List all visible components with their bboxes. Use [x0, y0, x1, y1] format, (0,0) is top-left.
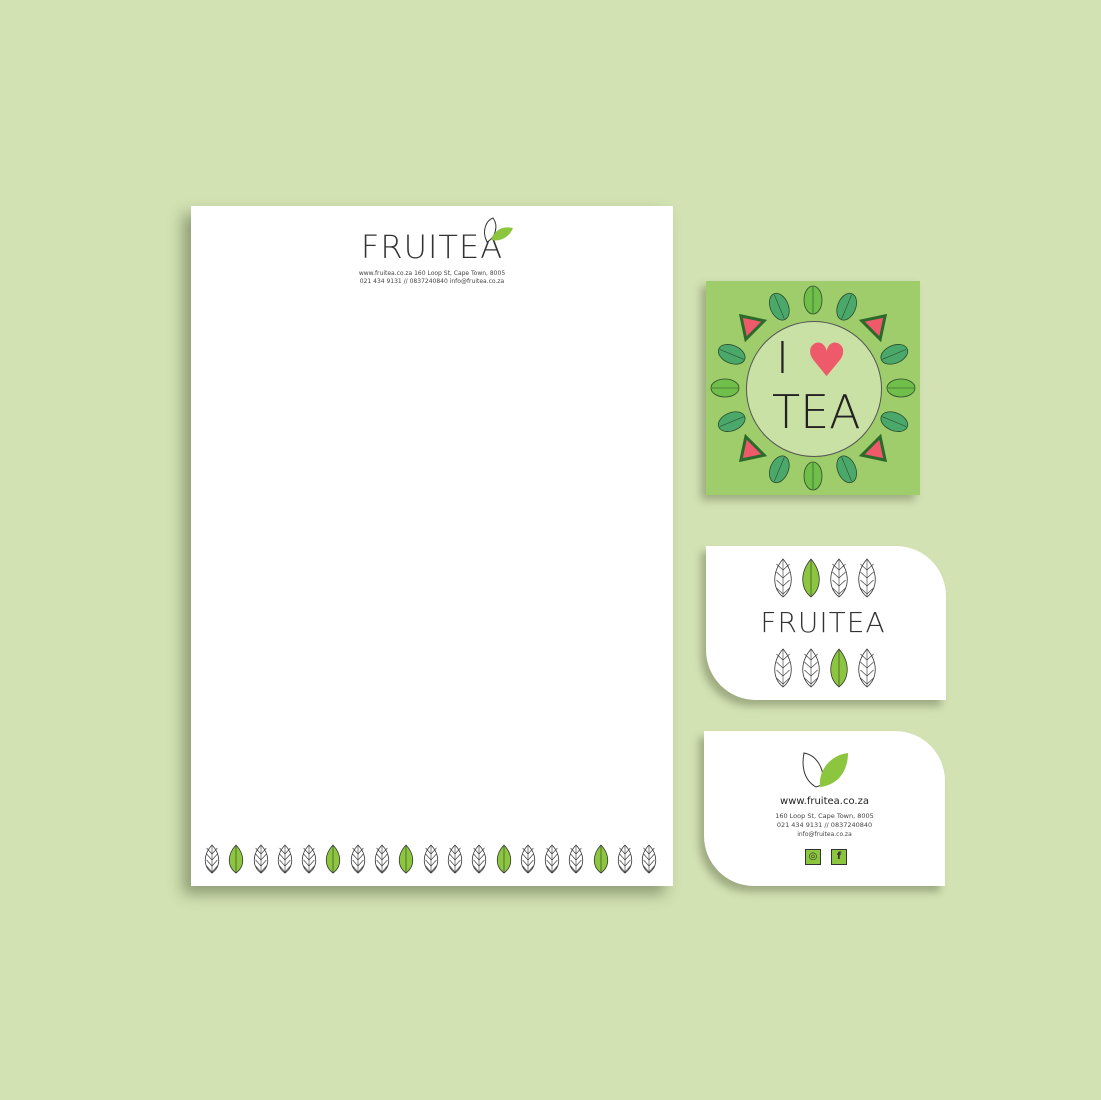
outline-leaf-icon: [617, 844, 633, 874]
phone-text: 021 434 9131 // 0837240840: [776, 821, 873, 829]
letterhead-address: www.fruitea.co.za 160 Loop St, Cape Town…: [358, 270, 506, 277]
leaf-icon: [803, 285, 823, 315]
green-leaf-icon: [593, 844, 608, 874]
leaf-row-top: [772, 558, 878, 598]
tea-leaf-logo-icon: [802, 752, 848, 788]
outline-leaf-icon: [520, 844, 536, 874]
i-love-tea-card: I ♥ TEA: [706, 281, 920, 495]
outline-leaf-icon: [802, 648, 820, 688]
outline-leaf-icon: [830, 558, 848, 598]
leaf-icon: [710, 378, 740, 398]
letterhead-logo: FRUITEA: [360, 228, 504, 266]
outline-leaf-icon: [447, 844, 463, 874]
leaf-icon: [769, 292, 790, 321]
letterhead-contact: 021 434 9131 // 0837240840 info@fruitea.…: [359, 278, 505, 285]
outline-leaf-icon: [472, 844, 487, 874]
watermelon-slice-icon: [738, 433, 768, 463]
outline-leaf-icon: [545, 844, 560, 874]
tea-text: TEA: [772, 385, 861, 439]
tea-leaf-logo-icon: [484, 217, 513, 243]
outline-leaf-icon: [350, 844, 365, 874]
green-leaf-icon: [830, 648, 848, 688]
leaf-border: [203, 844, 658, 874]
leaf-icon: [886, 378, 916, 398]
outline-leaf-icon: [302, 844, 317, 874]
business-card-front: FRUITEA: [706, 546, 946, 700]
leaf-row-bottom: [772, 648, 878, 688]
outline-leaf-icon: [253, 844, 268, 874]
outline-leaf-icon: [858, 648, 876, 688]
business-card-back: www.fruitea.co.za 160 Loop St, Cape Town…: [704, 731, 945, 886]
green-leaf-icon: [802, 558, 820, 598]
letterhead-sheet: FRUITEA www.fruitea.co.za 160 Loop St, C…: [191, 206, 673, 886]
green-leaf-icon: [326, 844, 341, 874]
outline-leaf-icon: [204, 844, 220, 874]
website-text[interactable]: www.fruitea.co.za: [704, 796, 945, 807]
address-text: 160 Loop St, Cape Town, 8005: [775, 812, 874, 820]
leaf-icon: [769, 455, 790, 484]
leaf-icon: [717, 344, 746, 365]
outline-leaf-icon: [774, 558, 792, 598]
green-leaf-icon: [229, 844, 244, 874]
green-leaf-icon: [399, 844, 414, 874]
facebook-icon[interactable]: f: [831, 849, 847, 865]
heart-icon: ♥: [806, 333, 848, 387]
outline-leaf-icon: [642, 844, 657, 874]
outline-leaf-icon: [423, 844, 438, 874]
leaf-icon: [836, 292, 857, 321]
outline-leaf-icon: [277, 844, 293, 874]
leaf-icon: [880, 344, 909, 365]
leaf-icon: [836, 455, 857, 484]
green-leaf-icon: [496, 844, 511, 874]
i-text: I: [776, 333, 789, 384]
outline-leaf-icon: [858, 558, 876, 598]
leaf-icon: [717, 411, 746, 432]
outline-leaf-icon: [374, 844, 390, 874]
email-text[interactable]: info@fruitea.co.za: [704, 831, 945, 838]
watermelon-slice-icon: [858, 313, 888, 343]
watermelon-slice-icon: [738, 313, 768, 343]
watermelon-slice-icon: [858, 433, 888, 463]
leaf-icon: [803, 461, 823, 491]
outline-leaf-icon: [569, 844, 584, 874]
outline-leaf-icon: [774, 648, 792, 688]
leaf-icon: [880, 411, 909, 432]
instagram-icon[interactable]: ◎: [805, 849, 821, 865]
card-logo: FRUITEA: [760, 606, 886, 639]
